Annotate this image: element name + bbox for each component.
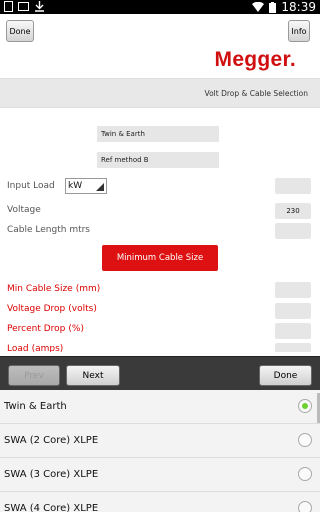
logo-dot: . xyxy=(289,48,296,71)
voltage-drop-value xyxy=(275,303,311,319)
radio-icon[interactable] xyxy=(298,501,312,512)
cable-length-field[interactable] xyxy=(275,223,311,239)
option-label: SWA (3 Core) XLPE xyxy=(4,469,99,480)
min-cable-size-value xyxy=(275,282,311,298)
prev-button[interactable]: Prev xyxy=(8,365,60,386)
clock: 18:39 xyxy=(281,0,316,14)
ref-method-field[interactable]: Ref method B xyxy=(97,152,219,168)
radio-icon[interactable] xyxy=(298,467,312,481)
logo-text: Megger xyxy=(214,48,290,71)
status-bar: 18:39 xyxy=(0,0,320,14)
list-item[interactable]: SWA (4 Core) XLPE xyxy=(0,492,320,512)
list-item[interactable]: SWA (2 Core) XLPE xyxy=(0,424,320,458)
load-value xyxy=(275,343,311,352)
cable-type-field[interactable]: Twin & Earth xyxy=(97,126,219,142)
result-label-percent-drop: Percent Drop (%) xyxy=(7,324,84,334)
dropdown-arrow-icon xyxy=(96,183,104,191)
list-item[interactable]: SWA (3 Core) XLPE xyxy=(0,458,320,492)
option-label: SWA (4 Core) XLPE xyxy=(4,503,99,512)
option-label: SWA (2 Core) XLPE xyxy=(4,435,99,446)
result-label-min-cable-size: Min Cable Size (mm) xyxy=(7,284,100,294)
radio-icon[interactable] xyxy=(298,433,312,447)
image-icon xyxy=(18,2,29,11)
radio-selected-icon[interactable] xyxy=(298,399,312,413)
percent-drop-value xyxy=(275,323,311,339)
result-unit: (amps) xyxy=(31,344,64,352)
input-load-label: Input Load xyxy=(7,181,55,191)
minimum-cable-size-button[interactable]: Minimum Cable Size xyxy=(102,245,218,271)
battery-icon xyxy=(269,1,277,13)
result-label-voltage-drop: Voltage Drop (volts) xyxy=(7,304,97,314)
download-icon xyxy=(35,1,44,12)
result-unit: (volts) xyxy=(68,304,97,314)
next-button[interactable]: Next xyxy=(66,365,120,386)
page-header: Volt Drop & Cable Selection xyxy=(0,78,320,108)
sd-card-icon xyxy=(4,1,13,12)
result-label: Min Cable Size xyxy=(7,284,73,294)
voltage-field[interactable]: 230 xyxy=(275,203,311,219)
cable-type-picker: Twin & Earth SWA (2 Core) XLPE SWA (3 Co… xyxy=(0,390,320,512)
result-label: Load xyxy=(7,344,29,352)
page-title: Volt Drop & Cable Selection xyxy=(204,89,308,98)
form-area: Twin & Earth Ref method B Input Load kW … xyxy=(0,108,320,352)
info-button[interactable]: Info xyxy=(288,20,310,42)
result-label: Voltage Drop xyxy=(7,304,66,314)
done-button[interactable]: Done xyxy=(6,20,34,42)
input-load-unit-select[interactable]: kW xyxy=(65,178,107,194)
list-item[interactable]: Twin & Earth xyxy=(0,390,320,424)
option-label: Twin & Earth xyxy=(4,401,67,412)
wifi-icon xyxy=(252,2,265,12)
voltage-label: Voltage xyxy=(7,205,41,215)
result-label-load: Load (amps) xyxy=(7,344,63,352)
picker-toolbar: Prev Next Done xyxy=(0,356,320,390)
picker-done-button[interactable]: Done xyxy=(259,365,312,386)
result-unit: (%) xyxy=(68,324,84,334)
megger-logo: Megger. xyxy=(215,48,296,72)
result-label: Percent Drop xyxy=(7,324,66,334)
cable-length-label: Cable Length mtrs xyxy=(7,225,90,235)
unit-value: kW xyxy=(68,181,83,191)
result-unit: (mm) xyxy=(75,284,101,294)
input-load-field[interactable] xyxy=(275,178,311,194)
